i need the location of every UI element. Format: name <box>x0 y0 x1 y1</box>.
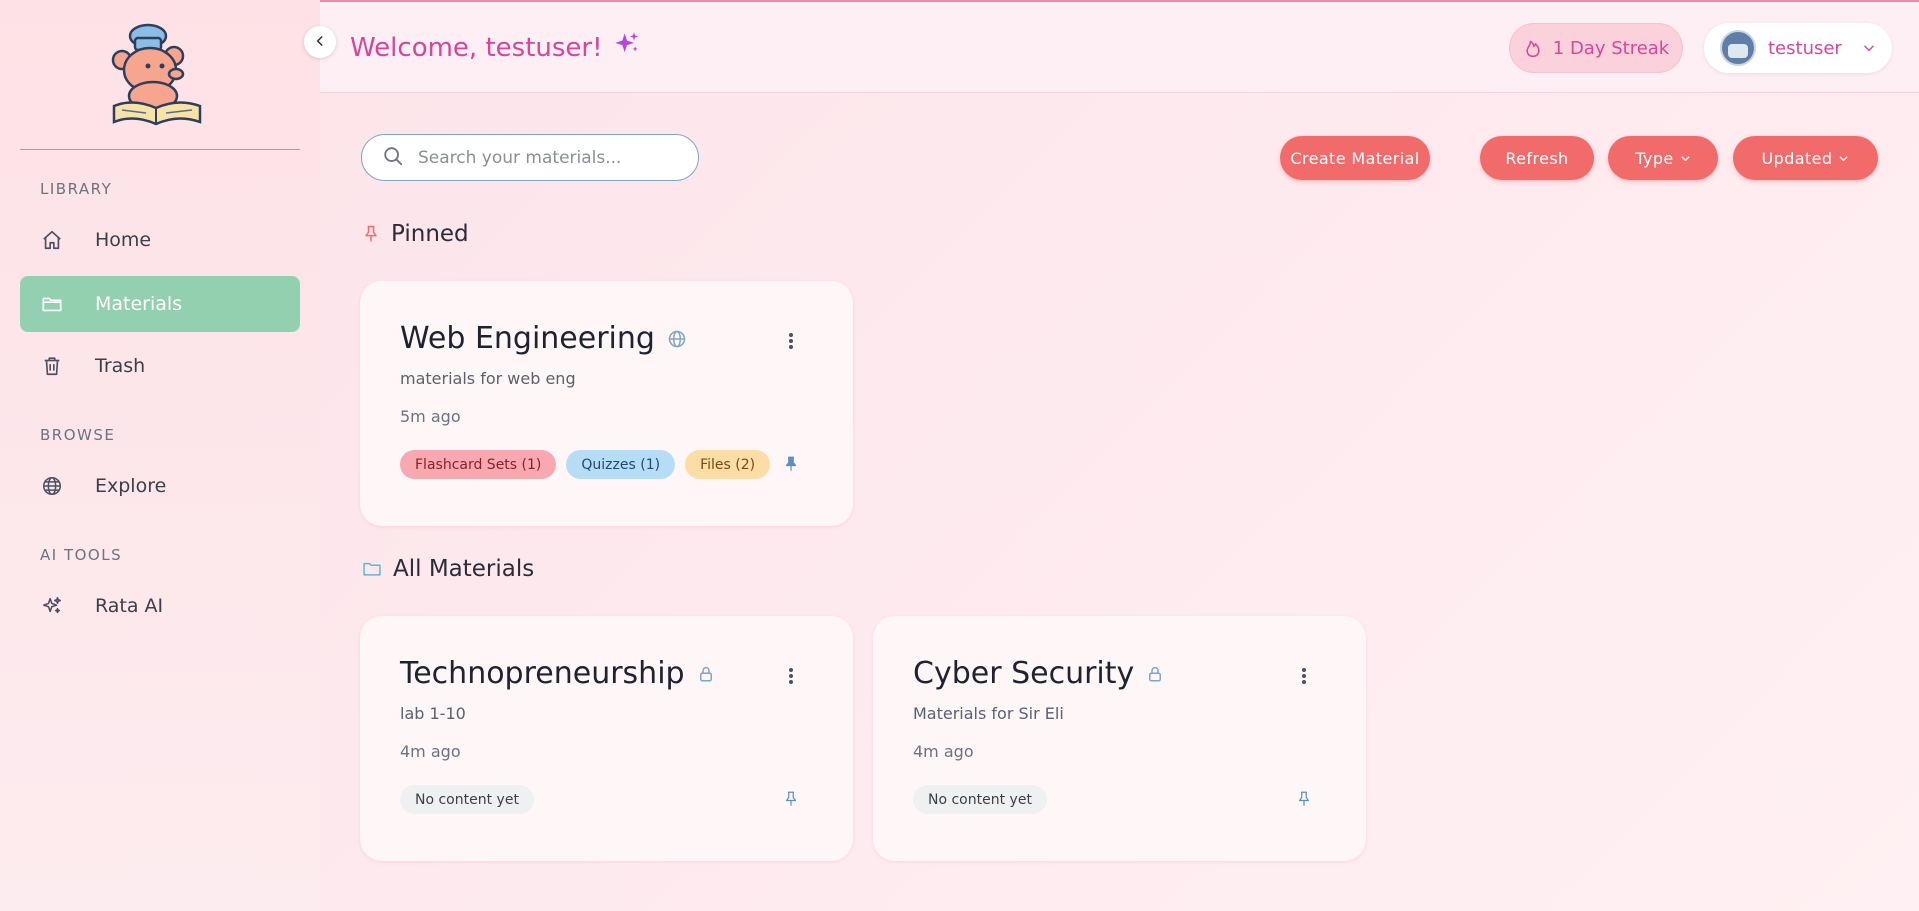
more-options-icon[interactable] <box>1294 666 1314 686</box>
card-title: Web Engineering <box>400 321 687 356</box>
sidebar: LIBRARY Home Materials Trash BROWSE Expl… <box>0 0 320 911</box>
sidebar-section-browse: BROWSE <box>40 426 116 444</box>
username-label: testuser <box>1768 37 1842 59</box>
sidebar-item-label: Rata AI <box>95 595 164 617</box>
sidebar-item-label: Trash <box>95 355 146 377</box>
files-count-badge: Files (2) <box>685 450 771 479</box>
content-chips: No content yet <box>913 785 1047 814</box>
sparkles-icon <box>40 594 64 618</box>
empty-content-badge: No content yet <box>400 785 534 814</box>
user-menu-button[interactable]: testuser <box>1704 23 1892 73</box>
create-material-button[interactable]: Create Material <box>1280 136 1430 180</box>
card-description: Materials for Sir Eli <box>913 704 1064 723</box>
updated-sort-button[interactable]: Updated <box>1733 136 1878 180</box>
material-card[interactable]: Web Engineering materials for web eng 5m… <box>360 281 853 526</box>
create-material-label: Create Material <box>1290 148 1420 168</box>
welcome-text: Welcome, testuser! <box>350 32 603 63</box>
sidebar-item-materials[interactable]: Materials <box>20 276 300 332</box>
search-field[interactable] <box>361 134 699 181</box>
search-input[interactable] <box>418 147 678 168</box>
quiz-count-badge: Quizzes (1) <box>566 450 676 479</box>
card-timestamp: 4m ago <box>913 742 974 761</box>
chevron-left-icon <box>313 33 327 52</box>
all-materials-title: All Materials <box>393 556 535 582</box>
sidebar-collapse-button[interactable] <box>304 26 336 58</box>
streak-badge[interactable]: 1 Day Streak <box>1509 23 1683 73</box>
sidebar-item-home[interactable]: Home <box>20 212 300 268</box>
top-header: Welcome, testuser! 1 Day Streak testuser <box>320 2 1919 93</box>
material-card[interactable]: Technopreneurship lab 1-10 4m ago No con… <box>360 616 853 861</box>
sidebar-item-trash[interactable]: Trash <box>20 338 300 394</box>
sidebar-section-library: LIBRARY <box>40 180 113 198</box>
sidebar-item-label: Explore <box>95 475 167 497</box>
content-chips: Flashcard Sets (1) Quizzes (1) Files (2) <box>400 450 771 479</box>
content-chips: No content yet <box>400 785 534 814</box>
card-timestamp: 5m ago <box>400 407 461 426</box>
search-icon <box>382 145 404 171</box>
home-icon <box>40 228 64 252</box>
card-title-text: Technopreneurship <box>400 656 685 691</box>
lock-icon <box>697 664 715 684</box>
avatar <box>1720 30 1756 66</box>
card-title-text: Web Engineering <box>400 321 655 356</box>
card-title-text: Cyber Security <box>913 656 1135 691</box>
more-options-icon[interactable] <box>781 666 801 686</box>
card-description: lab 1-10 <box>400 704 466 723</box>
chevron-down-icon <box>1862 41 1876 55</box>
refresh-button[interactable]: Refresh <box>1480 136 1594 180</box>
sidebar-divider <box>20 149 300 150</box>
card-title: Cyber Security <box>913 656 1164 691</box>
pin-icon <box>361 223 381 245</box>
flashcard-count-badge: Flashcard Sets (1) <box>400 450 557 479</box>
pin-toggle-icon[interactable] <box>1294 787 1314 811</box>
type-filter-label: Type <box>1635 148 1674 168</box>
sidebar-item-label: Home <box>95 229 152 251</box>
chevron-down-icon <box>1680 153 1691 164</box>
material-card[interactable]: Cyber Security Materials for Sir Eli 4m … <box>873 616 1366 861</box>
sidebar-item-label: Materials <box>95 293 183 315</box>
lock-icon <box>1146 664 1164 684</box>
card-title: Technopreneurship <box>400 656 715 691</box>
sidebar-section-ai-tools: AI TOOLS <box>40 546 123 564</box>
type-filter-button[interactable]: Type <box>1608 136 1718 180</box>
app-logo[interactable] <box>108 22 208 128</box>
pin-toggle-icon[interactable] <box>781 452 801 476</box>
pinned-section-heading: Pinned <box>361 221 469 247</box>
flame-icon <box>1523 38 1543 58</box>
refresh-label: Refresh <box>1505 148 1569 168</box>
pin-toggle-icon[interactable] <box>781 787 801 811</box>
folder-icon <box>40 292 64 316</box>
more-options-icon[interactable] <box>781 331 801 351</box>
sidebar-item-explore[interactable]: Explore <box>20 458 300 514</box>
globe-icon <box>40 474 64 498</box>
streak-label: 1 Day Streak <box>1552 37 1670 59</box>
sidebar-item-rata-ai[interactable]: Rata AI <box>20 578 300 634</box>
trash-icon <box>40 354 64 378</box>
chevron-down-icon <box>1838 153 1849 164</box>
card-description: materials for web eng <box>400 369 576 388</box>
globe-icon <box>667 329 687 349</box>
welcome-heading: Welcome, testuser! <box>350 30 641 65</box>
folder-icon <box>361 559 383 579</box>
empty-content-badge: No content yet <box>913 785 1047 814</box>
all-materials-section-heading: All Materials <box>361 556 534 582</box>
card-timestamp: 4m ago <box>400 742 461 761</box>
pinned-title: Pinned <box>391 221 469 247</box>
sparkle-icon <box>613 30 641 65</box>
updated-sort-label: Updated <box>1761 148 1833 168</box>
